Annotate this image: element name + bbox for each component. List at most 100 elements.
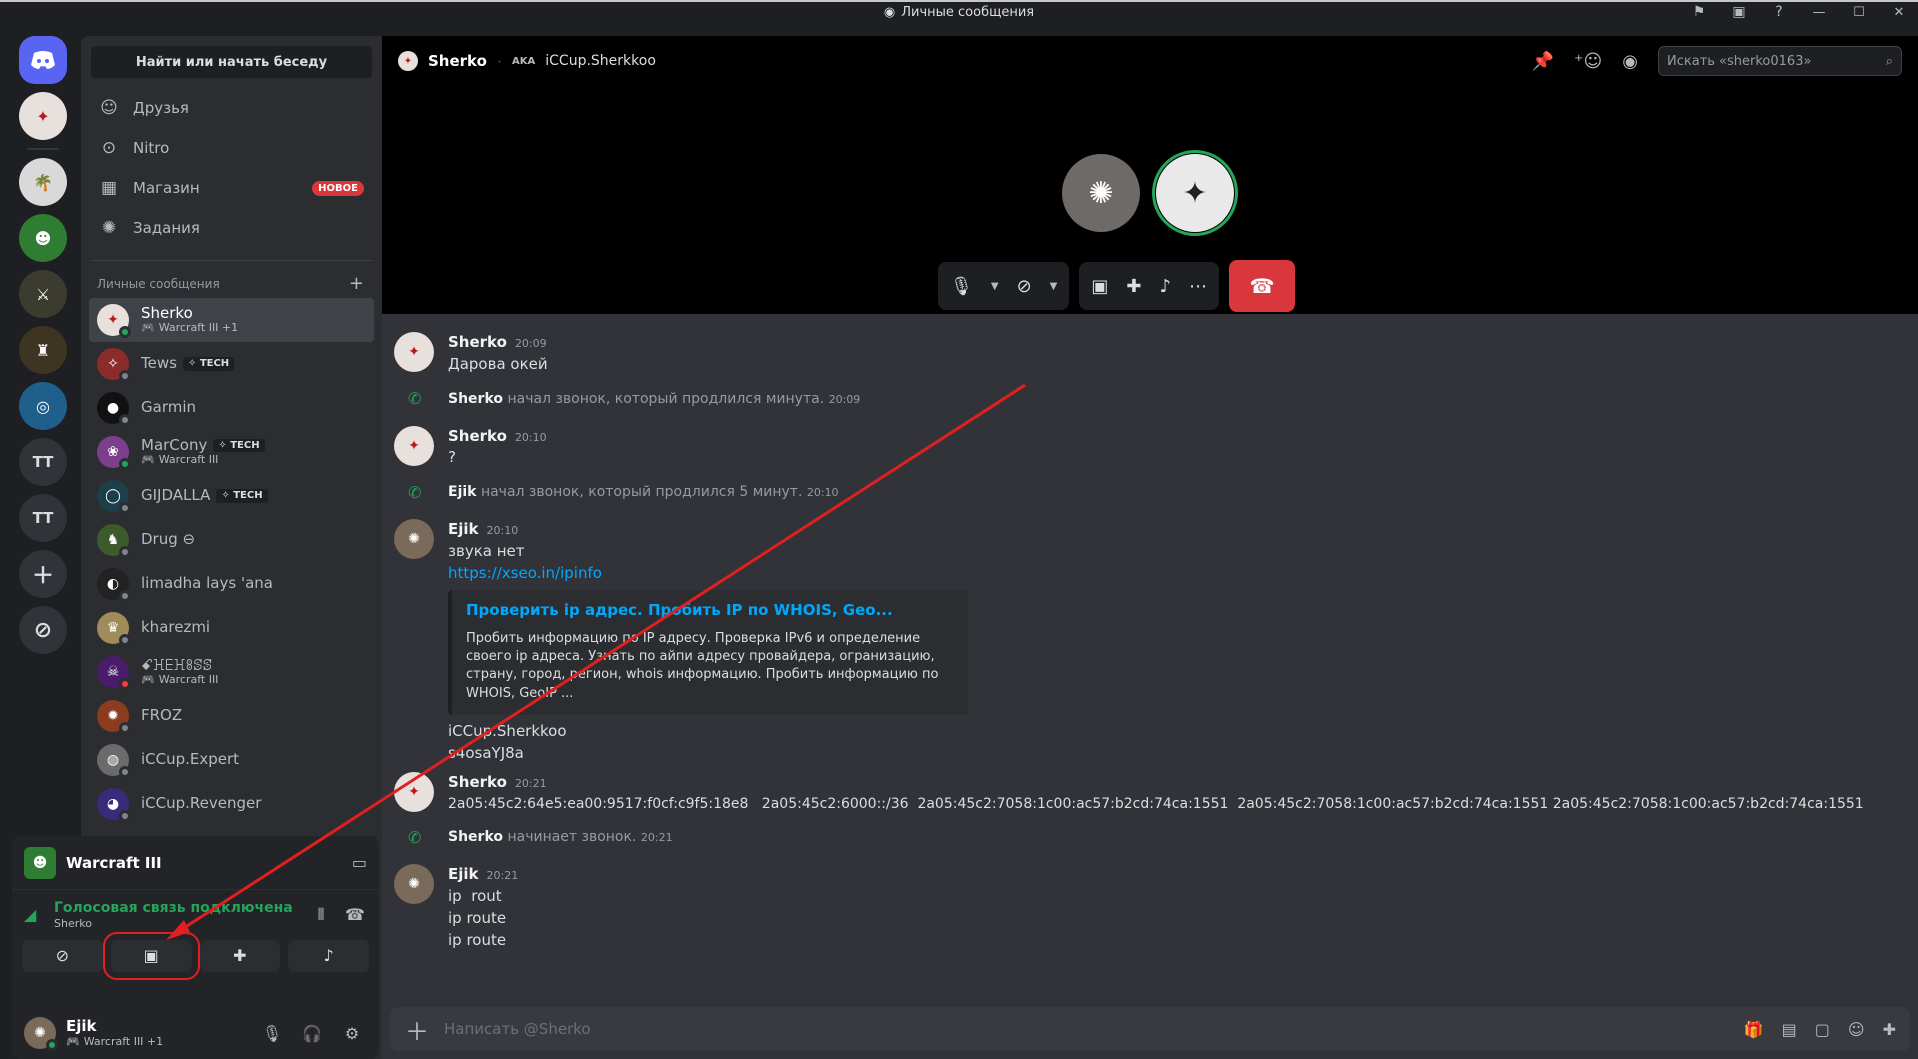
nav-nitro[interactable]: ⊙ Nitro — [89, 128, 374, 168]
hangup-icon: ☎ — [1249, 274, 1275, 298]
participant-ejik[interactable]: ✺ — [1062, 154, 1140, 232]
server-palm[interactable]: 🌴 — [19, 158, 67, 206]
dm-item-froz[interactable]: ✹ FROZ — [89, 694, 374, 738]
avatar: ◕ — [97, 788, 131, 822]
find-conversation-button[interactable]: Найти или начать беседу — [91, 46, 372, 78]
dm-item-sherko[interactable]: ✦ Sherko 🎮 Warcraft III +1 — [89, 298, 374, 342]
share-screen-button[interactable]: ▣ — [102, 931, 200, 980]
dm-item-marcony[interactable]: ❀ MarCony ✧ TECH 🎮 Warcraft III — [89, 430, 374, 474]
nav-shop[interactable]: ▦ Магазин НОВОЕ — [89, 168, 374, 208]
headphones-icon[interactable]: 🎧 — [297, 1024, 327, 1043]
avatar: ✦ — [97, 304, 131, 338]
message-link[interactable]: https://xseo.in/ipinfo — [448, 563, 968, 585]
author-avatar[interactable]: ✦ — [394, 425, 434, 466]
discord-logo-icon — [31, 51, 55, 69]
more-icon[interactable]: ⋯ — [1189, 276, 1207, 297]
voice-channel[interactable]: Sherko — [54, 917, 299, 930]
call-participants: ✺ ✦ — [1062, 150, 1238, 236]
avatar: ◐ — [97, 568, 131, 602]
camera-off-button[interactable]: ⊘ — [22, 939, 103, 972]
nav-quests[interactable]: ✺ Задания — [89, 208, 374, 248]
author-avatar[interactable]: ✦ — [394, 772, 434, 813]
dm-item-drug[interactable]: ♞ Drug ⊖ — [89, 518, 374, 562]
server-orb[interactable]: ◎ — [19, 382, 67, 430]
server-tt-2[interactable]: TT — [19, 494, 67, 542]
activities-icon[interactable]: ✚ — [1126, 276, 1141, 297]
screen-share-icon[interactable]: ▣ — [1091, 276, 1108, 297]
clan-tag: ✧ TECH — [216, 489, 268, 503]
message-input[interactable]: Написать @Sherko — [444, 1020, 1730, 1038]
activities-button[interactable]: ✚ — [199, 939, 281, 972]
phone-icon: ✆ — [408, 482, 422, 502]
soundboard-icon[interactable]: ♪ — [1159, 276, 1171, 297]
phone-icon: ✆ — [408, 827, 422, 847]
voice-status[interactable]: Голосовая связь подключена — [54, 900, 299, 917]
add-friends-icon[interactable]: ⁺☺ — [1574, 51, 1602, 72]
settings-gear-icon[interactable]: ⚙ — [337, 1024, 367, 1043]
friends-icon: ☺ — [100, 98, 118, 118]
server-helmet[interactable]: ♜ — [19, 326, 67, 374]
pin-icon[interactable]: 📌 — [1532, 51, 1554, 72]
server-hulk[interactable]: ☻ — [19, 214, 67, 262]
dm-item-iccup-expert[interactable]: ◍ iCCup.Expert — [89, 738, 374, 782]
camera-off-icon[interactable]: ⊘ — [1017, 276, 1032, 297]
end-call-button[interactable]: ☎ — [1228, 260, 1295, 312]
search-input[interactable]: Искать «sherko0163» ⌕ — [1658, 46, 1902, 76]
dm-item-limadha[interactable]: ◐ limadha lays 'ana — [89, 562, 374, 606]
header-avatar: ✦ — [398, 51, 418, 71]
microphone-icon[interactable]: 🎙 — [950, 276, 973, 297]
dm-item-kharezmi[interactable]: ♛ kharezmi — [89, 606, 374, 650]
add-server-button[interactable]: ＋ — [19, 550, 67, 598]
dm-item-iccup-revenger[interactable]: ◕ iCCup.Revenger — [89, 782, 374, 826]
message-composer[interactable]: ＋ Написать @Sherko 🎁 ▤ ▢ ☺ ✚ — [390, 1007, 1910, 1051]
minimize-button[interactable]: — — [1810, 5, 1828, 20]
clan-tag: ✧ TECH — [182, 357, 235, 371]
gif-icon[interactable]: ▤ — [1782, 1020, 1797, 1039]
discover-button[interactable]: ⊘ — [19, 606, 67, 654]
status-offline-icon — [119, 766, 131, 778]
stream-game-icon[interactable]: ▭ — [352, 853, 367, 872]
home-button[interactable] — [19, 36, 67, 84]
rail-separator — [27, 148, 59, 150]
nav-friends[interactable]: ☺ Друзья — [89, 88, 374, 128]
screen-share-indicator-icon[interactable]: ▣ — [1730, 4, 1748, 20]
main-area: ✦ Sherko · AKA iCCup.Sherkkoo 📌 ⁺☺ ◉ Иск… — [382, 36, 1918, 1059]
microphone-icon[interactable]: 🎙 — [257, 1024, 287, 1043]
gift-icon[interactable]: 🎁 — [1744, 1020, 1764, 1039]
new-badge: НОВОЕ — [312, 180, 364, 196]
dm-item-rune-name[interactable]: ☠ ꗃꖾꗋꖾꗚꕷꕷ 🎮 Warcraft III — [89, 650, 374, 694]
disconnect-icon[interactable]: ☎ — [343, 905, 367, 924]
dm-item-garmin[interactable]: ● Garmin — [89, 386, 374, 430]
chevron-down-icon[interactable]: ▼ — [991, 281, 999, 292]
chevron-down-icon[interactable]: ▼ — [1050, 281, 1058, 292]
voice-connection-row: ◢ Голосовая связь подключена Sherko ⦀ ☎ — [12, 890, 379, 936]
author-avatar[interactable]: ✺ — [394, 864, 434, 905]
search-icon: ⌕ — [1885, 53, 1893, 69]
sticker-icon[interactable]: ▢ — [1815, 1020, 1830, 1039]
server-warrior[interactable]: ⚔ — [19, 270, 67, 318]
author-avatar[interactable]: ✦ — [394, 332, 434, 372]
media-controls: 🎙 ▼ ⊘ ▼ — [938, 262, 1070, 310]
author-avatar[interactable]: ✺ — [394, 519, 434, 559]
attach-plus-icon[interactable]: ＋ — [404, 1012, 430, 1047]
embed-title[interactable]: Проверить ip адрес. Пробить IP по WHOIS,… — [466, 600, 954, 622]
voice-dm-avatar[interactable]: ✦ — [19, 92, 67, 140]
noise-suppression-icon[interactable]: ⦀ — [309, 905, 333, 925]
inbox-flag-icon[interactable]: ⚑ — [1690, 4, 1708, 20]
user-avatar[interactable]: ✺ — [24, 1017, 58, 1051]
maximize-button[interactable]: ☐ — [1850, 5, 1868, 20]
dm-item-tews[interactable]: ✧ Tews ✧ TECH — [89, 342, 374, 386]
activity-row: ☻ Warcraft III ▭ — [12, 836, 379, 890]
close-button[interactable]: ✕ — [1890, 5, 1908, 20]
emoji-icon[interactable]: ☺ — [1848, 1020, 1865, 1039]
server-tt-1[interactable]: TT — [19, 438, 67, 486]
participant-sherko[interactable]: ✦ — [1152, 150, 1238, 236]
create-dm-icon[interactable]: + — [349, 273, 364, 294]
apps-icon[interactable]: ✚ — [1883, 1020, 1896, 1039]
help-icon[interactable]: ? — [1770, 4, 1788, 20]
status-online-icon — [119, 326, 131, 338]
dm-item-gijdalla[interactable]: ◯ GIJDALLA ✧ TECH — [89, 474, 374, 518]
soundboard-button[interactable]: ♪ — [288, 939, 369, 972]
user-profile-icon[interactable]: ◉ — [1622, 51, 1638, 72]
message: ✺ Ejik 20:10 звука нет https://xseo.in/ip… — [394, 519, 1902, 764]
